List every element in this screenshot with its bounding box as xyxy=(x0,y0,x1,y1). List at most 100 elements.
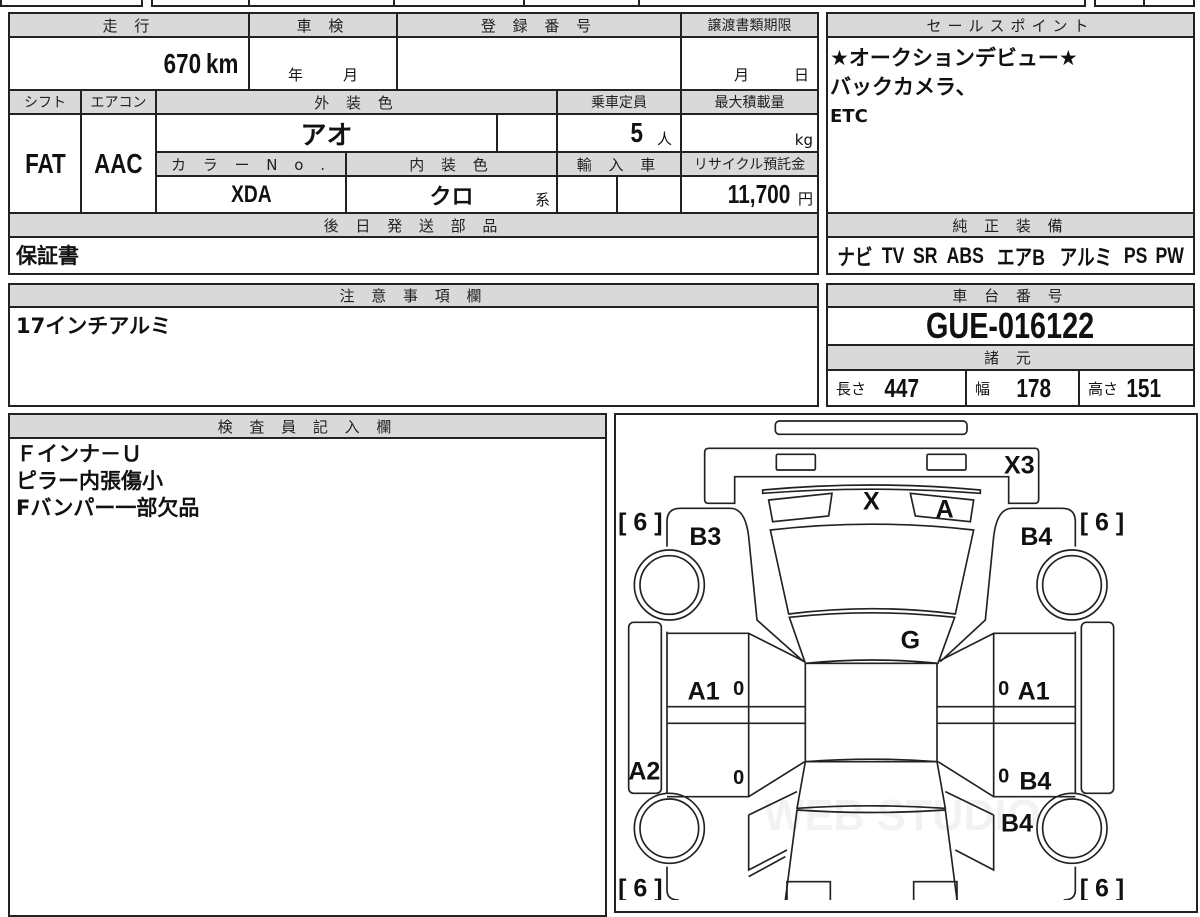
rear-lamp-left-shape xyxy=(786,880,832,900)
width-label: 幅 xyxy=(975,379,991,398)
chassis-cell: GUE-016122 xyxy=(826,305,1195,346)
damage-rear-door-right: B4 xyxy=(1019,767,1051,795)
damage-sill-left: A2 xyxy=(628,757,660,785)
capacity-unit: 人 xyxy=(656,130,672,148)
ac-header: エアコン xyxy=(80,89,157,115)
inspector-header: 検 査 員 記 入 欄 xyxy=(8,413,607,439)
notes-value: 17インチアルミ xyxy=(16,314,172,338)
damage-front-door-right: A1 xyxy=(1018,677,1050,705)
damage-windshield-left: X xyxy=(863,487,880,515)
mileage-unit: km xyxy=(205,47,238,79)
equipment-item-alloy: アルミ xyxy=(1059,244,1113,270)
damage-roof: G xyxy=(901,626,920,654)
tire-front-right-label: [ 6 ] xyxy=(1080,509,1124,537)
headlight-right-shape xyxy=(926,453,967,471)
inspector-body: Ｆインナ－Ｕ ピラー内張傷小 Fバンパー一部欠品 xyxy=(8,437,607,917)
recycle-header: リサイクル預託金 xyxy=(680,151,819,177)
tire-front-left-label: [ 6 ] xyxy=(618,509,662,537)
color-no-header: カ ラ ー N o . xyxy=(155,151,347,177)
wheel-rear-left-icon xyxy=(633,792,706,865)
rear-lamp-right-shape xyxy=(912,880,958,900)
front-door-left-zero: 0 xyxy=(733,678,744,700)
top-cutoff-cell xyxy=(638,0,1086,7)
front-lamp-left-shape xyxy=(767,492,833,523)
shift-value: FAT xyxy=(24,147,66,179)
side-sill-right-shape xyxy=(1080,621,1115,795)
top-cutoff-cell xyxy=(248,0,395,7)
rear-door-right-zero: 0 xyxy=(998,766,1009,788)
equipment-item-navi: ナビ xyxy=(837,244,873,270)
equipment-item-ps: PS xyxy=(1123,242,1148,268)
specs-header: 諸 元 xyxy=(826,344,1195,371)
top-cutoff-cell xyxy=(151,0,250,7)
tire-rear-right-label: [ 6 ] xyxy=(1080,875,1124,900)
mileage-cell: 670 km xyxy=(8,36,250,91)
sales-point-line: ★オークションデビュー★ xyxy=(830,46,1078,70)
damage-windshield-right: A xyxy=(936,495,954,523)
inspector-line: Fバンパー一部欠品 xyxy=(16,496,200,520)
height-cell: 高さ 151 xyxy=(1078,369,1195,407)
import-header: 輸 入 車 xyxy=(556,151,682,177)
transfer-month: 月 xyxy=(733,66,749,84)
width-value: 178 xyxy=(1016,372,1052,403)
registration-cell xyxy=(396,36,682,91)
mileage-header: 走 行 xyxy=(8,12,250,38)
exterior-color-value: アオ xyxy=(300,119,353,150)
recycle-value: 11,700 xyxy=(727,179,791,209)
shaken-cell: 年 月 xyxy=(248,36,398,91)
recycle-unit: 円 xyxy=(797,190,813,208)
import-cell-b xyxy=(616,175,682,214)
interior-color-value: クロ xyxy=(429,183,474,209)
capacity-cell: 5 人 xyxy=(556,113,682,153)
capacity-header: 乗車定員 xyxy=(556,89,682,115)
color-no-value: XDA xyxy=(230,180,272,208)
exterior-color-cell: アオ xyxy=(155,113,498,153)
recycle-cell: 11,700 円 xyxy=(680,175,819,214)
wheel-front-left-icon xyxy=(633,549,706,621)
exterior-color-extra-cell xyxy=(496,113,558,153)
inspector-line: Ｆインナ－Ｕ xyxy=(16,442,142,466)
transfer-deadline-header: 譲渡書類期限 xyxy=(680,12,819,38)
later-parts-cell: 保証書 xyxy=(8,236,819,275)
import-cell-a xyxy=(556,175,618,214)
damage-fender-right: B4 xyxy=(1020,523,1052,551)
later-parts-header: 後 日 発 送 部 品 xyxy=(8,212,819,238)
transfer-day: 日 xyxy=(793,66,809,84)
watermark: WEB STUDIO xyxy=(764,792,1041,840)
shaken-header: 車 検 xyxy=(248,12,398,38)
equipment-item-abs: ABS xyxy=(946,242,985,268)
equipment-list: ナビ TV SR ABS エアB アルミ PS PW xyxy=(826,236,1195,275)
height-value: 151 xyxy=(1126,372,1162,403)
chassis-number: GUE-016122 xyxy=(926,305,1095,346)
shift-header: シフト xyxy=(8,89,82,115)
interior-color-suffix: 系 xyxy=(534,191,550,209)
height-label: 高さ xyxy=(1088,379,1119,398)
top-cutoff-cell xyxy=(0,0,143,7)
registration-header: 登 録 番 号 xyxy=(396,12,682,38)
sales-point-line: ETC xyxy=(830,106,868,127)
damage-front-bumper: X3 xyxy=(1004,451,1035,479)
front-door-right-zero: 0 xyxy=(998,678,1009,700)
front-fender-right-shape xyxy=(939,507,1077,663)
ac-value: AAC xyxy=(94,147,143,179)
damage-fender-left: B3 xyxy=(689,523,721,551)
ac-cell: AAC xyxy=(80,113,157,214)
wheel-front-right-icon xyxy=(1036,549,1108,621)
windshield-shape xyxy=(788,612,956,665)
max-load-unit: kg xyxy=(794,131,813,149)
damage-front-door-left: A1 xyxy=(688,677,720,705)
interior-color-header: 内 装 色 xyxy=(345,151,558,177)
equipment-header: 純 正 装 備 xyxy=(826,212,1195,238)
tire-rear-left-label: [ 6 ] xyxy=(618,875,662,900)
car-diagram: WEB STUDIO [ 6 ] [ 6 ] [ 6 ] [ 6 ] X3 X … xyxy=(618,420,1124,900)
wheel-rear-right-icon xyxy=(1036,792,1108,865)
top-cutoff-cell xyxy=(1094,0,1145,7)
exterior-color-header: 外 装 色 xyxy=(155,89,558,115)
sales-points-body: ★オークションデビュー★ バックカメラ、 ETC xyxy=(826,36,1195,214)
roof-shape xyxy=(804,662,938,763)
length-cell: 長さ 447 xyxy=(826,369,967,407)
equipment-item-sr: SR xyxy=(912,242,938,268)
equipment-item-tv: TV xyxy=(882,242,905,268)
max-load-cell: kg xyxy=(680,113,819,153)
sales-point-line: バックカメラ、 xyxy=(830,75,977,99)
